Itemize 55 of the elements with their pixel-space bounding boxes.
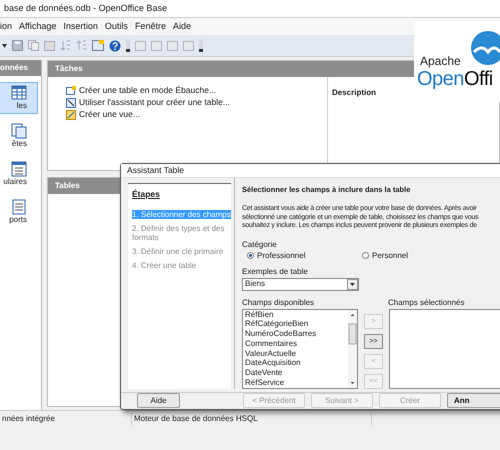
- table-design-icon: [66, 86, 76, 96]
- view-icon: [66, 110, 76, 120]
- menu-item[interactable]: Outils: [104, 20, 128, 34]
- task-link[interactable]: Créer une vue...: [66, 109, 140, 120]
- field-label: Catégorie: [242, 240, 278, 248]
- available-fields-list[interactable]: RéfBien RéfCatégorieBien NuméroCodeBarres Commentaires ValeurActuelle DateAcquisition DateVente RéfService: [242, 308, 358, 388]
- sidebar-item[interactable]: les: [0, 82, 38, 114]
- menu-item[interactable]: Affichage: [19, 20, 56, 34]
- list-item[interactable]: DateVente: [245, 368, 348, 378]
- wizard-nav-button[interactable]: Ann: [447, 393, 500, 408]
- task-link[interactable]: Utiliser l'assistant pour créer une table...: [66, 97, 230, 108]
- list-item[interactable]: NuméroCodeBarres: [245, 329, 348, 339]
- description-label: Description: [332, 88, 376, 97]
- wizard-icon: [66, 98, 76, 108]
- sort-ascending-icon: [60, 40, 71, 51]
- panel-header: onnées: [0, 60, 41, 76]
- task-link[interactable]: Créer une table en mode Ébauche...: [66, 85, 216, 96]
- radio-option[interactable]: Professionnel: [247, 250, 362, 262]
- report-icon: [11, 199, 27, 215]
- form-icon: [11, 161, 27, 177]
- window-title: base de données.odb - OpenOffice Base: [4, 2, 167, 15]
- field-label: Exemples de table: [242, 266, 309, 276]
- list-item[interactable]: Commentaires: [245, 338, 348, 349]
- save-icon: [12, 40, 23, 51]
- example-dropdown[interactable]: Biens: [242, 278, 359, 290]
- selected-fields-list[interactable]: [389, 308, 500, 388]
- dropdown-arrow-icon: [2, 44, 7, 48]
- paste-icon: [44, 40, 55, 51]
- list-item[interactable]: ValeurActuelle: [245, 348, 348, 358]
- menu-item[interactable]: Aide: [172, 20, 191, 34]
- sidebar-item[interactable]: ports: [0, 196, 38, 228]
- list-item[interactable]: DateAcquisition: [245, 358, 348, 368]
- field-label: Champs disponibles: [242, 298, 316, 306]
- wizard-step[interactable]: 2. Définir des types et des formats: [132, 224, 231, 242]
- field-label: Champs sélectionnés: [388, 298, 464, 306]
- dialog-title: Assistant Table: [127, 164, 184, 177]
- menu-item[interactable]: Insertion: [63, 20, 98, 34]
- radio-option[interactable]: Personnel: [362, 250, 408, 262]
- help-icon: [109, 40, 121, 52]
- menu-item[interactable]: ion: [0, 20, 12, 34]
- sidebar-item[interactable]: êtes: [0, 120, 38, 152]
- menu-item[interactable]: Fenêtre: [134, 20, 166, 34]
- wizard-step[interactable]: 3. Définir une clé primaire: [132, 246, 224, 256]
- help-button[interactable]: Aide: [137, 393, 180, 408]
- wizard-step[interactable]: 4. Créer une table: [132, 260, 196, 270]
- copy-icon: [28, 40, 39, 51]
- list-item[interactable]: RéfBien: [245, 310, 348, 320]
- status-text: Moteur de base de données HSQL: [132, 412, 372, 424]
- list-item[interactable]: RéfService: [245, 378, 348, 388]
- query-icon: [11, 123, 27, 139]
- form-icon: [92, 40, 104, 51]
- list-item[interactable]: RéfCatégorieBien: [245, 319, 348, 330]
- status-text: nnées intégrée: [0, 412, 132, 424]
- sort-descending-icon: [76, 40, 87, 51]
- sidebar-item[interactable]: ulaires: [0, 158, 38, 190]
